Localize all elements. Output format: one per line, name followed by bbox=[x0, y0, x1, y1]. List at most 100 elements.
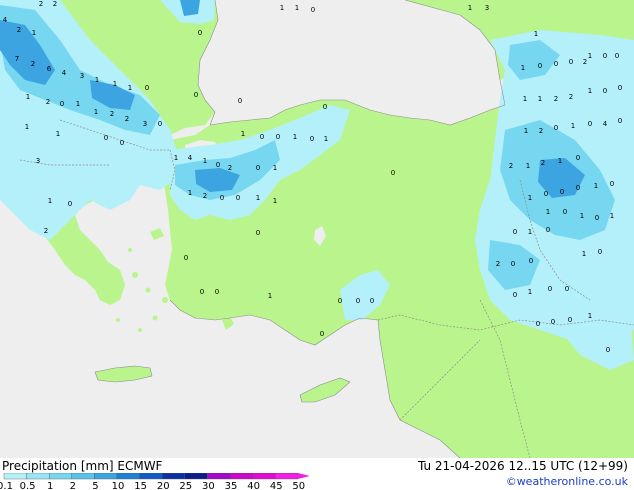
legend-overflow-arrow bbox=[297, 473, 310, 479]
precip-value-label: 1 bbox=[128, 84, 132, 92]
precip-value-label: 4 bbox=[62, 69, 67, 77]
precip-value-label: 0 bbox=[565, 285, 569, 293]
color-scale-legend: 0.1 0.5 1 2 5 10 15 20 25 30 35 40 45 50 bbox=[0, 473, 310, 490]
legend-swatch bbox=[116, 473, 140, 480]
precip-value-label: 3 bbox=[143, 120, 147, 128]
precip-value-label: 0 bbox=[551, 318, 555, 326]
precip-value-label: 1 bbox=[273, 197, 277, 205]
legend-swatch bbox=[252, 473, 276, 480]
precip-value-label: 0 bbox=[569, 58, 573, 66]
precipitation-map: 42 22 1726 4 3 1 1 1 012 0 11 223 011 003 1 4 1 0 2 0 11 2 0 0 1… bbox=[0, 0, 634, 458]
legend-swatch bbox=[229, 473, 253, 480]
precip-value-label: 0 bbox=[310, 135, 314, 143]
precip-value-label: 2 bbox=[46, 98, 50, 106]
precip-value-label: 1 bbox=[546, 208, 550, 216]
precip-value-label: 0 bbox=[370, 297, 374, 305]
precip-value-label: 1 bbox=[25, 123, 29, 131]
precip-value-label: 2 bbox=[110, 110, 114, 118]
precip-value-label: 1 bbox=[95, 76, 99, 84]
precip-value-label: 1 bbox=[295, 4, 299, 12]
legend-swatch bbox=[26, 473, 50, 480]
precip-value-label: 0 bbox=[511, 260, 515, 268]
precip-value-label: 2 bbox=[31, 60, 35, 68]
legend-swatch bbox=[161, 473, 185, 480]
precip-value-label: 1 bbox=[538, 95, 542, 103]
precip-value-label: 0 bbox=[595, 214, 599, 222]
precip-value-label: 0 bbox=[320, 330, 324, 338]
precip-value-label: 0 bbox=[546, 226, 550, 234]
legend-level-label: 0.1 bbox=[0, 481, 13, 490]
precip-value-label: 0 bbox=[576, 154, 580, 162]
precip-value-label: 0 bbox=[606, 346, 610, 354]
precip-value-label: 2 bbox=[569, 93, 573, 101]
precip-value-label: 0 bbox=[618, 117, 622, 125]
precip-value-label: 1 bbox=[580, 212, 584, 220]
precip-value-label: 1 bbox=[610, 212, 614, 220]
precip-value-label: 4 bbox=[603, 120, 608, 128]
precip-value-label: 1 bbox=[268, 292, 272, 300]
precip-value-label: 0 bbox=[338, 297, 342, 305]
precip-value-label: 0 bbox=[603, 52, 607, 60]
precip-value-label: 1 bbox=[524, 127, 528, 135]
map-title: Precipitation [mm] ECMWF bbox=[2, 459, 163, 473]
precip-value-label: 1 bbox=[188, 189, 192, 197]
legend-level-label: 5 bbox=[92, 481, 98, 490]
precip-value-label: 2 bbox=[228, 164, 232, 172]
precip-value-label: 0 bbox=[391, 169, 395, 177]
precip-value-label: 0 bbox=[198, 29, 202, 37]
precip-value-label: 6 bbox=[47, 65, 52, 73]
precip-value-label: 0 bbox=[529, 257, 533, 265]
precip-value-label: 1 bbox=[528, 228, 532, 236]
precip-value-label: 0 bbox=[215, 288, 219, 296]
precip-value-label: 0 bbox=[554, 124, 558, 132]
precip-value-label: 4 bbox=[188, 154, 193, 162]
precip-value-label: 1 bbox=[571, 122, 575, 130]
legend-swatch bbox=[3, 473, 27, 480]
precip-value-label: 0 bbox=[238, 97, 242, 105]
precip-value-label: 1 bbox=[280, 4, 284, 12]
precip-value-label: 1 bbox=[324, 135, 328, 143]
precip-value-label: 2 bbox=[203, 192, 207, 200]
precip-value-label: 1 bbox=[582, 250, 586, 258]
valid-time: Tu 21-04-2026 12..15 UTC (12+99) bbox=[417, 459, 628, 473]
precip-value-label: 2 bbox=[541, 159, 545, 167]
precip-value-label: 0 bbox=[323, 103, 327, 111]
precip-value-label: 1 bbox=[521, 64, 525, 72]
precip-value-label: 3 bbox=[80, 72, 84, 80]
precip-value-label: 0 bbox=[554, 60, 558, 68]
precip-value-label: 0 bbox=[260, 133, 264, 141]
precip-value-label: 0 bbox=[548, 285, 552, 293]
precip-value-label: 1 bbox=[534, 30, 538, 38]
legend-level-label: 25 bbox=[179, 481, 192, 490]
precip-value-label: 0 bbox=[576, 184, 580, 192]
precip-value-label: 1 bbox=[48, 197, 52, 205]
precip-value-label: 1 bbox=[203, 157, 207, 165]
precip-value-label: 0 bbox=[256, 164, 260, 172]
precip-value-label: 1 bbox=[94, 108, 98, 116]
precip-value-label: 1 bbox=[293, 133, 297, 141]
precip-value-label: 0 bbox=[513, 228, 517, 236]
precip-value-label: 2 bbox=[125, 115, 129, 123]
legend-level-label: 40 bbox=[247, 481, 260, 490]
precip-value-label: 1 bbox=[273, 164, 277, 172]
precip-value-label: 4 bbox=[3, 16, 8, 24]
precip-value-label: 1 bbox=[558, 157, 562, 165]
precip-value-label: 0 bbox=[598, 248, 602, 256]
legend-swatch bbox=[71, 473, 95, 480]
precip-value-label: 1 bbox=[32, 29, 36, 37]
precip-value-label: 1 bbox=[256, 194, 260, 202]
legend-swatch bbox=[207, 473, 231, 480]
legend-level-label: 45 bbox=[270, 481, 283, 490]
legend-level-label: 1 bbox=[47, 481, 53, 490]
precip-value-label: 1 bbox=[588, 87, 592, 95]
precip-value-label: 0 bbox=[618, 84, 622, 92]
legend-level-label: 50 bbox=[292, 481, 305, 490]
precip-value-label: 1 bbox=[26, 93, 30, 101]
precip-value-label: 0 bbox=[145, 84, 149, 92]
precip-value-label: 0 bbox=[588, 120, 592, 128]
precip-value-label: 0 bbox=[538, 62, 542, 70]
precip-value-label: 2 bbox=[554, 95, 558, 103]
precip-value-label: 1 bbox=[526, 162, 530, 170]
precip-value-label: 2 bbox=[17, 26, 21, 34]
precip-value-label: 1 bbox=[588, 52, 592, 60]
